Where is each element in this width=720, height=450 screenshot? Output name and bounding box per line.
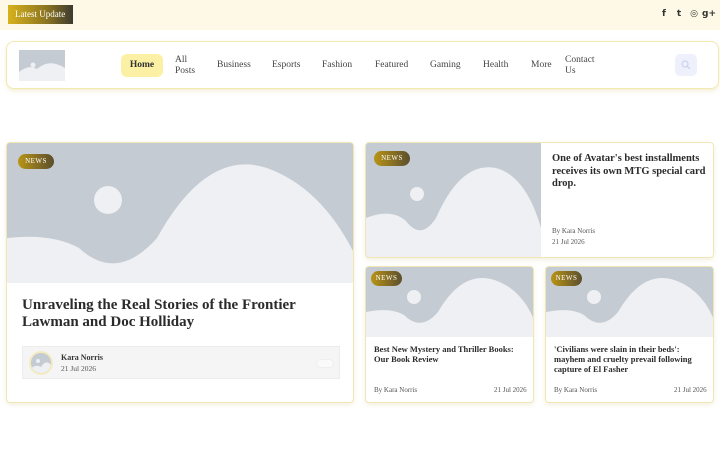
author-name[interactable]: By Kara Norris (374, 386, 417, 394)
nav-contact-line1: Contact (565, 55, 595, 65)
nav-fashion[interactable]: Fashion (322, 60, 352, 71)
featured-article-card[interactable]: NEWS Unraveling the Real Stories of the … (6, 142, 354, 403)
nav-home[interactable]: Home (121, 54, 163, 77)
avatar[interactable] (29, 351, 53, 375)
top-bar: Latest Update f t ◎ g+ (0, 0, 720, 30)
nav-health[interactable]: Health (483, 60, 508, 71)
side-article-card-left[interactable]: NEWS Best New Mystery and Thriller Books… (365, 266, 534, 403)
search-button[interactable] (675, 54, 697, 76)
nav-more[interactable]: More (531, 60, 552, 71)
featured-article-image (7, 143, 353, 283)
author-name[interactable]: By Kara Norris (552, 227, 595, 235)
main-header: Home All Posts Business Esports Fashion … (6, 41, 719, 89)
nav-all-posts-line2: Posts (175, 66, 196, 76)
category-badge[interactable]: NEWS (18, 154, 54, 169)
site-logo[interactable] (19, 50, 65, 81)
facebook-icon[interactable]: f (658, 7, 670, 21)
share-toggle[interactable] (316, 359, 334, 368)
nav-featured[interactable]: Featured (375, 60, 408, 71)
nav-all-posts-line1: All (175, 55, 188, 65)
twitter-icon[interactable]: t (673, 7, 685, 21)
nav-contact-line2: Us (565, 66, 576, 76)
side-article-title-right[interactable]: 'Civilians were slain in their beds': ma… (554, 344, 710, 374)
category-badge[interactable]: NEWS (371, 271, 402, 286)
instagram-icon[interactable]: ◎ (688, 7, 700, 21)
search-icon (681, 60, 691, 70)
nav-contact-us[interactable]: Contact Us (565, 55, 595, 77)
side-article-title-left[interactable]: Best New Mystery and Thriller Books: Our… (374, 344, 530, 364)
google-plus-icon[interactable]: g+ (702, 7, 716, 21)
nav-all-posts[interactable]: All Posts (175, 55, 195, 77)
category-badge[interactable]: NEWS (551, 271, 582, 286)
article-date: 21 Jul 2026 (552, 238, 585, 246)
side-article-title-top[interactable]: One of Avatar's best installments receiv… (552, 153, 707, 191)
author-name[interactable]: Kara Norris (61, 353, 103, 362)
article-date: 21 Jul 2026 (494, 386, 527, 394)
article-date: 21 Jul 2026 (61, 364, 97, 373)
featured-article-title[interactable]: Unraveling the Real Stories of the Front… (22, 297, 342, 331)
nav-gaming[interactable]: Gaming (430, 60, 461, 71)
side-article-card-top[interactable]: NEWS One of Avatar's best installments r… (365, 142, 714, 258)
category-badge[interactable]: NEWS (374, 151, 410, 166)
latest-update-badge[interactable]: Latest Update (8, 5, 73, 24)
nav-esports[interactable]: Esports (272, 60, 301, 71)
article-date: 21 Jul 2026 (674, 386, 707, 394)
author-name[interactable]: By Kara Norris (554, 386, 597, 394)
side-article-card-right[interactable]: NEWS 'Civilians were slain in their beds… (545, 266, 714, 403)
nav-business[interactable]: Business (217, 60, 251, 71)
author-box: Kara Norris 21 Jul 2026 (22, 346, 340, 379)
